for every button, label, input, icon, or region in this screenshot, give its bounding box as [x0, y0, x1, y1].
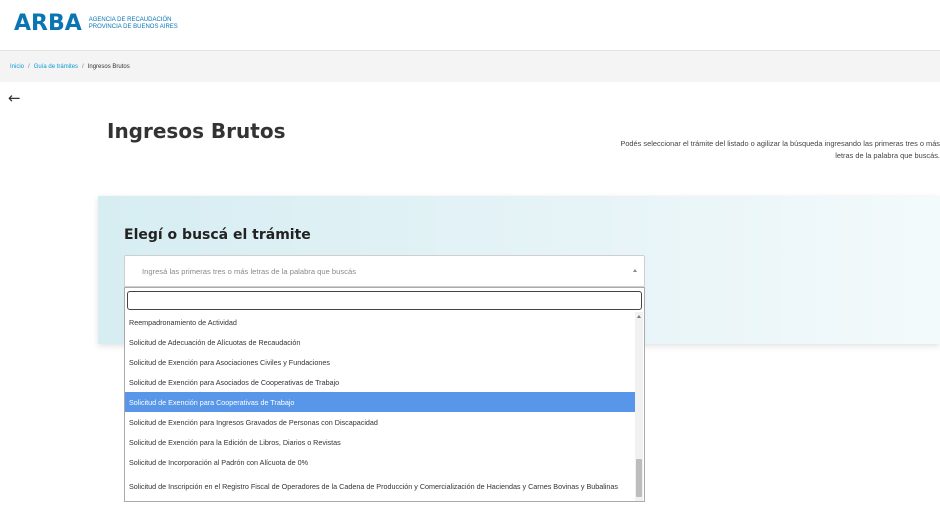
card-title: Elegí o buscá el trámite	[124, 227, 311, 243]
dropdown-options: Reempadronamiento de Actividad Solicitud…	[125, 312, 635, 501]
breadcrumb-current: Ingresos Brutos	[87, 63, 130, 70]
search-hint: Podés seleccionar el trámite del listado…	[550, 138, 940, 162]
option-inscripcion-registro-fiscal[interactable]: Solicitud de Inscripción en el Registro …	[125, 472, 635, 501]
breadcrumb: Inicio / Guía de trámites / Ingresos Bru…	[0, 50, 940, 82]
scrollbar-thumb[interactable]	[636, 459, 642, 497]
search-hint-line-1: Podés seleccionar el trámite del listado…	[620, 139, 940, 148]
breadcrumb-home[interactable]: Inicio	[10, 64, 24, 70]
breadcrumb-guia-tramites[interactable]: Guía de trámites	[34, 64, 78, 70]
tramite-select[interactable]: Ingresá las primeras tres o más letras d…	[124, 255, 645, 287]
logo-line-1: AGENCIA DE RECAUDACIÓN	[88, 17, 172, 23]
page-title: Ingresos Brutos	[107, 119, 286, 143]
option-exencion-asociaciones-civiles[interactable]: Solicitud de Exención para Asociaciones …	[125, 352, 635, 372]
breadcrumb-separator: /	[82, 63, 84, 70]
scroll-up-icon[interactable]	[637, 315, 641, 318]
option-exencion-personas-discapacidad[interactable]: Solicitud de Exención para Ingresos Grav…	[125, 412, 635, 432]
tramite-dropdown: Reempadronamiento de Actividad Solicitud…	[124, 287, 645, 502]
breadcrumb-separator: /	[28, 63, 30, 70]
option-incorporacion-padron[interactable]: Solicitud de Incorporación al Padrón con…	[125, 452, 635, 472]
option-reempadronamiento[interactable]: Reempadronamiento de Actividad	[125, 312, 635, 332]
option-adecuacion-alicuotas[interactable]: Solicitud de Adecuación de Alícuotas de …	[125, 332, 635, 352]
dropdown-search-input[interactable]	[127, 291, 642, 310]
search-hint-line-2: letras de la palabra que buscás.	[835, 151, 940, 160]
logo-mark: ARBA	[14, 11, 82, 36]
logo-subtitle: AGENCIA DE RECAUDACIÓN PROVINCIA DE BUEN…	[89, 17, 178, 31]
logo-line-2: PROVINCIA DE BUENOS AIRES	[88, 24, 178, 30]
option-exencion-asociados-cooperativas[interactable]: Solicitud de Exención para Asociados de …	[125, 372, 635, 392]
arrow-left-icon[interactable]: ←	[8, 89, 21, 107]
site-header: ARBA AGENCIA DE RECAUDACIÓN PROVINCIA DE…	[0, 0, 940, 50]
caret-up-icon	[633, 269, 637, 272]
option-exencion-edicion-libros[interactable]: Solicitud de Exención para la Edición de…	[125, 432, 635, 452]
dropdown-scrollbar[interactable]	[635, 312, 643, 501]
arba-logo[interactable]: ARBA AGENCIA DE RECAUDACIÓN PROVINCIA DE…	[14, 13, 178, 35]
option-exencion-cooperativas-trabajo[interactable]: Solicitud de Exención para Cooperativas …	[125, 392, 635, 412]
select-placeholder: Ingresá las primeras tres o más letras d…	[142, 266, 356, 276]
dropdown-search-wrapper	[127, 290, 642, 310]
